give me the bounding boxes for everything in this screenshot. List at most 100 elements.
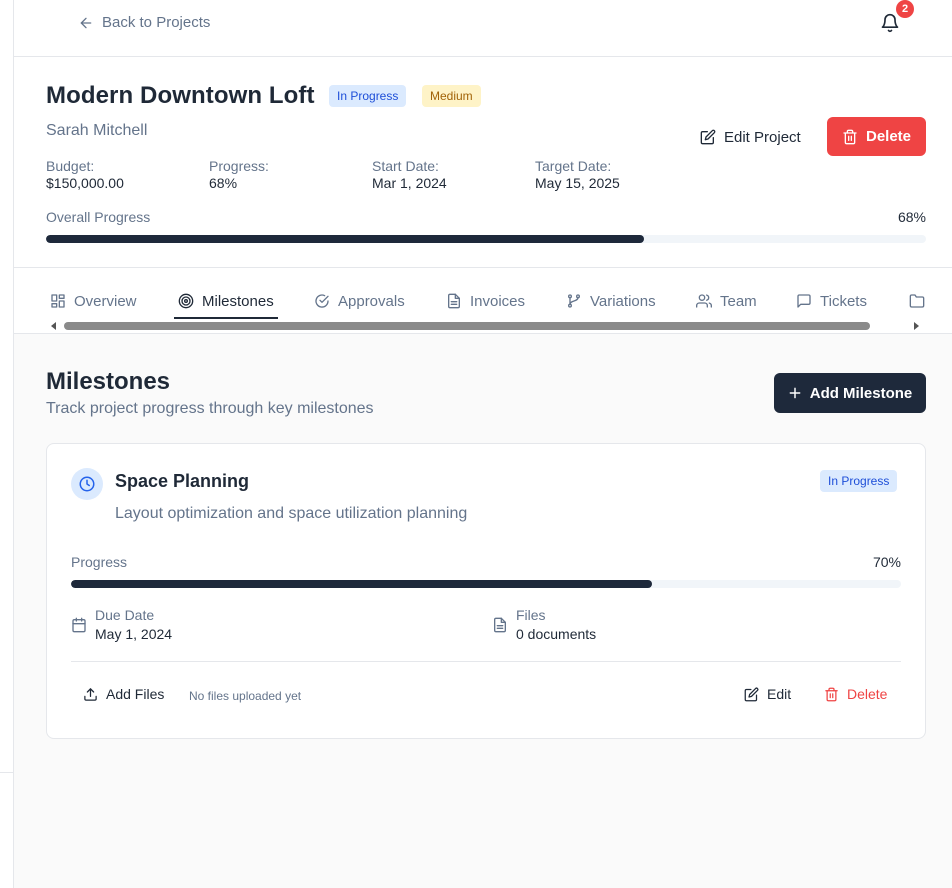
project-header: Modern Downtown Loft In Progress Medium …: [14, 57, 952, 268]
delete-milestone-label: Delete: [847, 686, 888, 702]
git-branch-icon: [568, 294, 580, 308]
stat-value: $150,000.00: [46, 175, 124, 191]
document-icon: [448, 293, 460, 309]
tabs-scrollbar[interactable]: [46, 320, 926, 332]
scroll-left-arrow-icon[interactable]: [51, 322, 56, 330]
overall-progress-bar: [46, 235, 926, 243]
scroll-right-arrow-icon[interactable]: [914, 322, 919, 330]
no-files-text: No files uploaded yet: [189, 689, 302, 703]
milestone-progress-fill: [71, 580, 652, 588]
stat-label: Progress:: [209, 158, 269, 174]
add-milestone-button[interactable]: Add Milestone: [774, 373, 926, 413]
overall-progress-percent: 68%: [897, 209, 926, 225]
tab-invoices[interactable]: Invoices: [446, 283, 525, 319]
milestone-status-badge: In Progress: [820, 470, 898, 492]
left-rail: [0, 0, 14, 888]
milestone-description: Layout optimization and space utilizatio…: [115, 505, 468, 522]
tab-overview[interactable]: Overview: [50, 283, 137, 319]
delete-project-label: Delete: [865, 128, 912, 145]
tab-tickets[interactable]: Tickets: [796, 283, 867, 319]
stat-label: Target Date:: [535, 158, 612, 174]
edit-project-label: Edit Project: [724, 128, 801, 146]
milestone-progress-percent: 70%: [872, 554, 901, 570]
due-date-label: Due Date: [95, 607, 155, 623]
arrow-left-icon: [80, 17, 92, 28]
notification-count-badge: 2: [896, 0, 914, 18]
milestones-subtitle: Track project progress through key miles…: [46, 400, 374, 417]
message-icon: [797, 294, 811, 308]
trash-icon: [825, 687, 838, 701]
stat-start-date: Start Date: Mar 1, 2024: [372, 158, 535, 191]
card-divider: [71, 661, 901, 662]
tab-approvals[interactable]: Approvals: [314, 283, 405, 319]
tab-label: Team: [720, 292, 757, 310]
stat-value: May 15, 2025: [535, 175, 620, 191]
stat-target-date: Target Date: May 15, 2025: [535, 158, 698, 191]
scrollbar-thumb[interactable]: [64, 322, 870, 330]
bell-icon: [881, 13, 899, 33]
edit-milestone-label: Edit: [767, 686, 792, 702]
milestone-files: Files 0 documents: [492, 607, 596, 642]
milestone-status-icon: [71, 468, 103, 500]
milestone-due-date: Due Date May 1, 2024: [71, 607, 172, 642]
tab-milestones[interactable]: Milestones: [178, 283, 274, 319]
tab-label: Approvals: [338, 292, 405, 310]
edit-icon: [700, 129, 716, 145]
edit-project-button[interactable]: Edit Project: [688, 118, 813, 156]
plus-icon: [789, 387, 801, 399]
tab-variations[interactable]: Variations: [566, 283, 656, 319]
status-badge: In Progress: [329, 85, 407, 107]
calendar-icon: [72, 617, 86, 633]
tab-label: Overview: [74, 292, 137, 310]
stat-label: Start Date:: [372, 158, 439, 174]
tab-label: Invoices: [470, 292, 526, 310]
priority-badge: Medium: [422, 85, 481, 107]
clock-icon: [79, 476, 95, 492]
milestone-progress-label: Progress: [71, 554, 128, 570]
trash-icon: [843, 129, 857, 144]
client-name: Sarah Mitchell: [46, 122, 148, 139]
tab-team[interactable]: Team: [696, 283, 757, 319]
overall-progress-label: Overall Progress: [46, 209, 151, 225]
stat-budget: Budget: $150,000.00: [46, 158, 209, 191]
project-stats: Budget: $150,000.00 Progress: 68% Start …: [46, 158, 698, 191]
add-milestone-label: Add Milestone: [809, 384, 913, 402]
check-circle-icon: [315, 294, 329, 308]
files-value: 0 documents: [516, 626, 597, 642]
tab-label: Milestones: [202, 292, 274, 310]
edit-milestone-button[interactable]: Edit: [744, 686, 791, 702]
delete-project-button[interactable]: Delete: [827, 117, 926, 156]
file-icon: [494, 617, 506, 633]
rail-divider: [0, 772, 13, 773]
stat-progress: Progress: 68%: [209, 158, 372, 191]
back-to-projects-link[interactable]: Back to Projects: [78, 14, 210, 31]
grid-icon: [51, 294, 65, 308]
files-label: Files: [516, 607, 546, 623]
add-files-label: Add Files: [106, 686, 165, 702]
milestone-card: Space Planning In Progress Layout optimi…: [46, 443, 926, 739]
back-label: Back to Projects: [102, 14, 211, 31]
tab-files[interactable]: [909, 283, 925, 319]
project-title: Modern Downtown Loft: [46, 82, 315, 109]
milestone-progress-bar: [71, 580, 901, 588]
edit-icon: [744, 687, 759, 701]
delete-milestone-button[interactable]: Delete: [824, 686, 887, 702]
folder-icon: [909, 294, 925, 308]
stat-value: 68%: [209, 175, 238, 191]
add-files-button[interactable]: Add Files: [83, 686, 164, 702]
upload-icon: [84, 687, 97, 701]
tab-label: Variations: [590, 292, 656, 310]
target-icon: [178, 293, 194, 309]
stat-value: Mar 1, 2024: [372, 175, 447, 191]
users-icon: [696, 294, 712, 308]
notifications-button[interactable]: [880, 13, 902, 35]
project-tabs: Overview Milestones Approvals Invoices V…: [14, 268, 952, 334]
overall-progress-fill: [46, 235, 645, 243]
milestone-title: Space Planning: [115, 471, 250, 491]
stat-label: Budget:: [46, 158, 95, 174]
due-date-value: May 1, 2024: [95, 626, 173, 642]
active-tab-indicator: [174, 317, 278, 319]
tab-label: Tickets: [820, 292, 867, 310]
top-bar: Back to Projects: [14, 0, 952, 57]
milestones-title: Milestones: [46, 368, 171, 395]
